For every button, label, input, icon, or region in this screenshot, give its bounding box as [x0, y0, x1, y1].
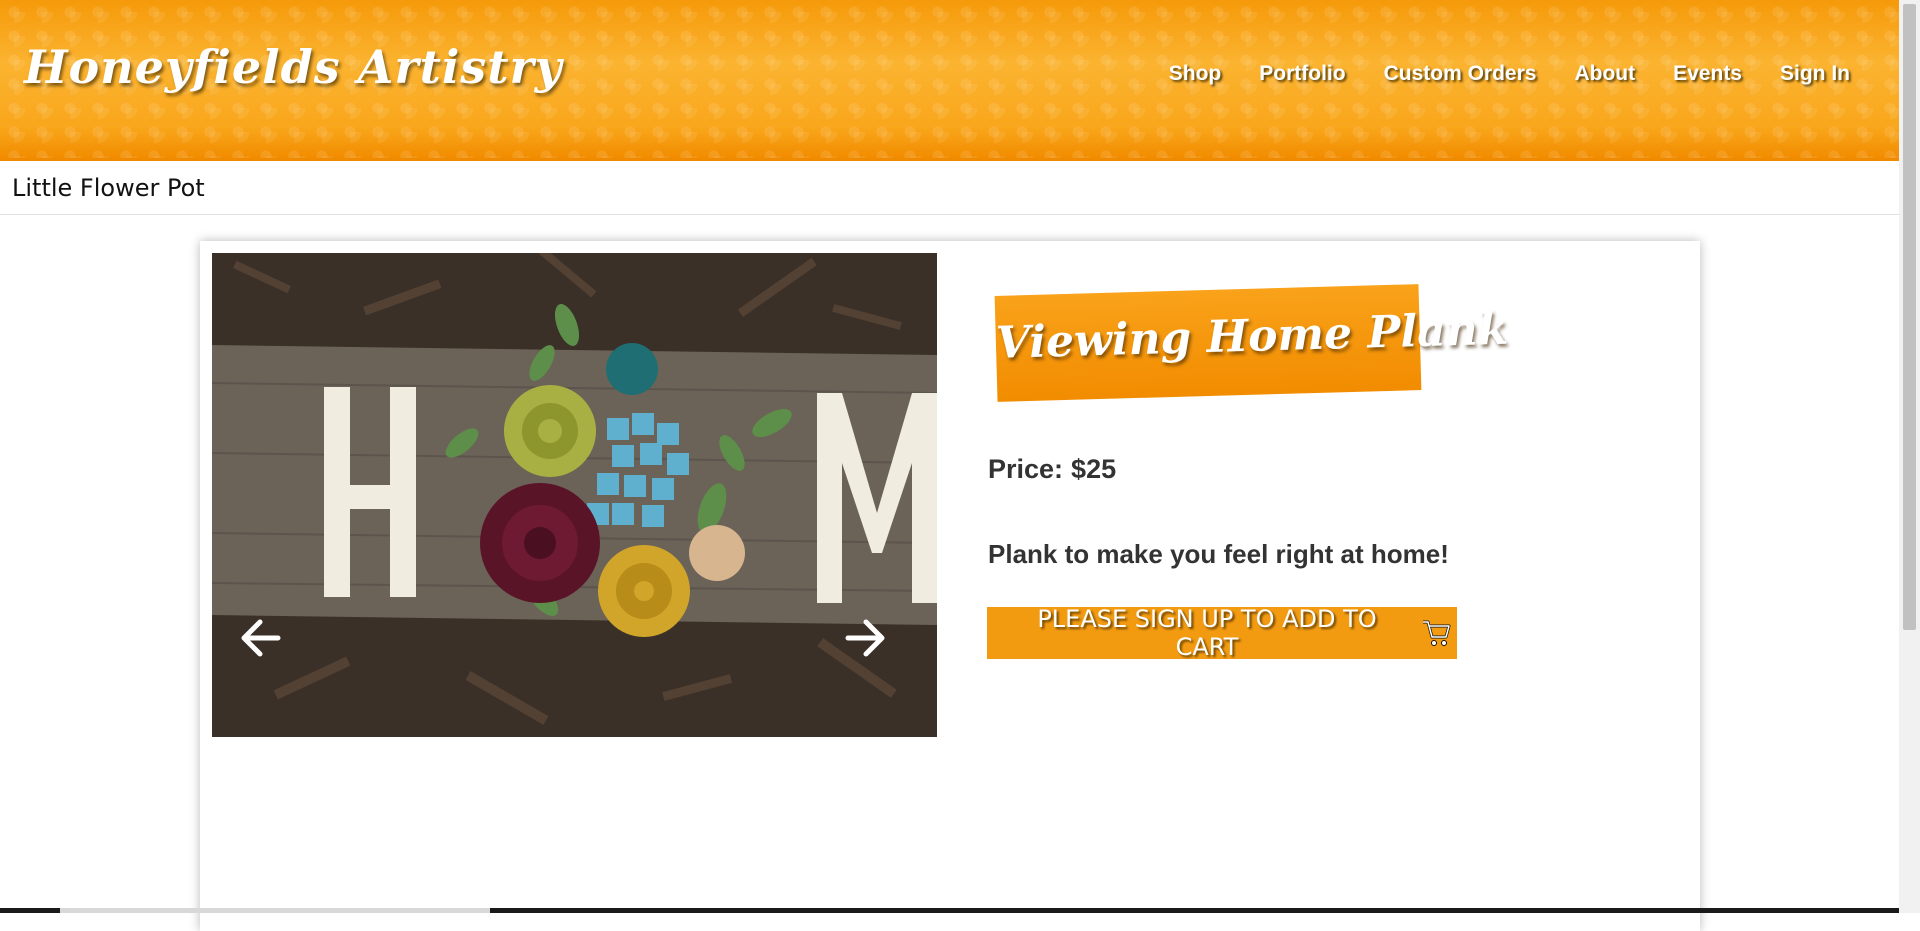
nav-sign-in[interactable]: Sign In	[1761, 62, 1869, 86]
carousel-next-button[interactable]	[844, 618, 894, 668]
main-nav: Shop Portfolio Custom Orders About Event…	[1150, 62, 1869, 86]
breadcrumb-title: Little Flower Pot	[12, 174, 205, 202]
breadcrumb: Little Flower Pot	[0, 161, 1899, 215]
product-card: Viewing Home Plank Price: $25 Plank to ma…	[200, 241, 1700, 931]
product-photo	[212, 253, 937, 737]
add-to-cart-label: PLEASE SIGN UP TO ADD TO CART	[1037, 605, 1377, 661]
horizontal-scrollbar[interactable]	[0, 908, 1899, 913]
price-value: $25	[1071, 454, 1117, 484]
product-carousel	[212, 253, 937, 737]
vertical-scrollbar[interactable]	[1899, 0, 1920, 913]
nav-custom-orders[interactable]: Custom Orders	[1365, 62, 1556, 86]
scrollbar-thumb[interactable]	[1903, 4, 1916, 630]
nav-portfolio[interactable]: Portfolio	[1240, 62, 1364, 86]
nav-shop[interactable]: Shop	[1150, 62, 1241, 86]
site-logo[interactable]: Honeyfields Artistry	[24, 40, 562, 94]
arrow-right-icon	[845, 619, 885, 657]
shopping-cart-icon	[1421, 619, 1451, 647]
site-header: Honeyfields Artistry Shop Portfolio Cust…	[0, 0, 1899, 161]
add-to-cart-button[interactable]: PLEASE SIGN UP TO ADD TO CART	[987, 605, 1457, 661]
product-price: Price: $25	[988, 454, 1116, 485]
nav-about[interactable]: About	[1555, 62, 1654, 86]
arrow-left-icon	[241, 619, 281, 657]
product-title-banner: Viewing Home Plank	[994, 284, 1509, 402]
nav-events[interactable]: Events	[1654, 62, 1761, 86]
horizontal-scrollbar-thumb[interactable]	[60, 908, 490, 913]
carousel-prev-button[interactable]	[240, 618, 290, 668]
product-title: Viewing Home Plank	[995, 303, 1509, 369]
price-label: Price:	[988, 454, 1064, 484]
product-description: Plank to make you feel right at home!	[988, 539, 1449, 569]
